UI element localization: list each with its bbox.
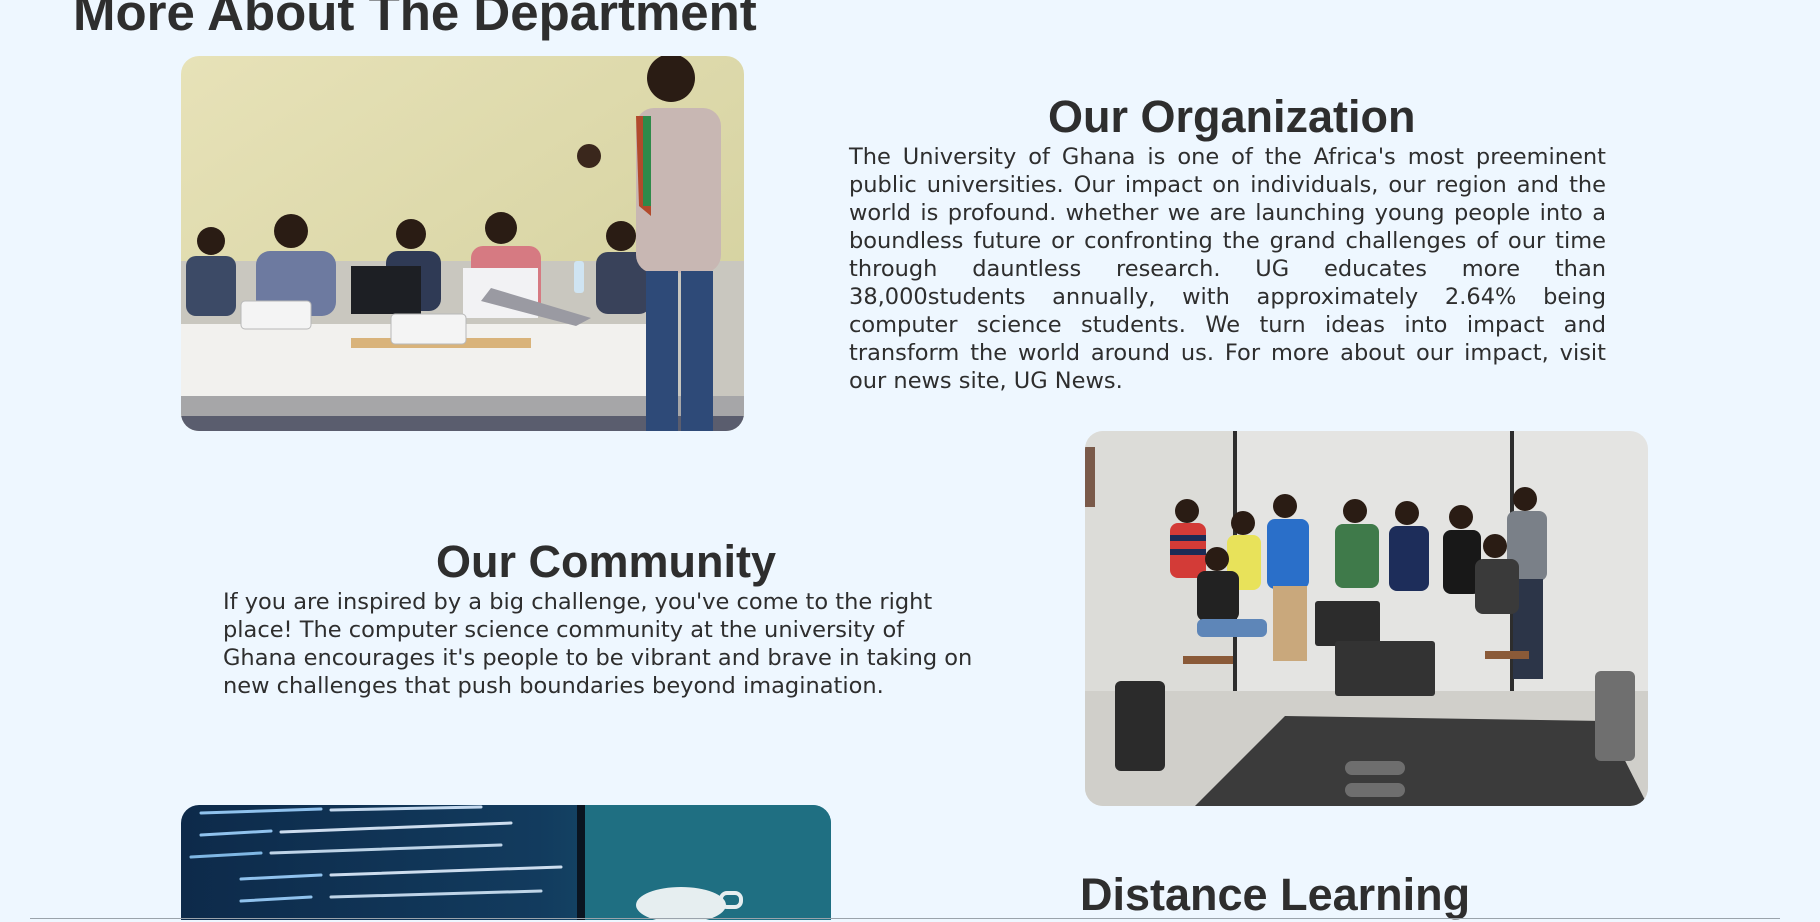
community-image [1085,431,1648,806]
community-text: If you are inspired by a big challenge, … [223,589,973,699]
code-monitor-image [181,805,831,920]
community-title: Our Community [436,536,777,587]
organization-photo [181,56,744,431]
classroom-image [181,56,744,431]
community-photo [1085,431,1648,806]
distance-learning-photo [181,805,831,920]
organization-text: The University of Ghana is one of the Af… [849,144,1606,394]
distance-learning-title: Distance Learning [1080,869,1471,920]
bottom-divider [30,918,1780,919]
organization-title: Our Organization [1048,91,1416,142]
page-heading: More About The Department [73,0,757,41]
